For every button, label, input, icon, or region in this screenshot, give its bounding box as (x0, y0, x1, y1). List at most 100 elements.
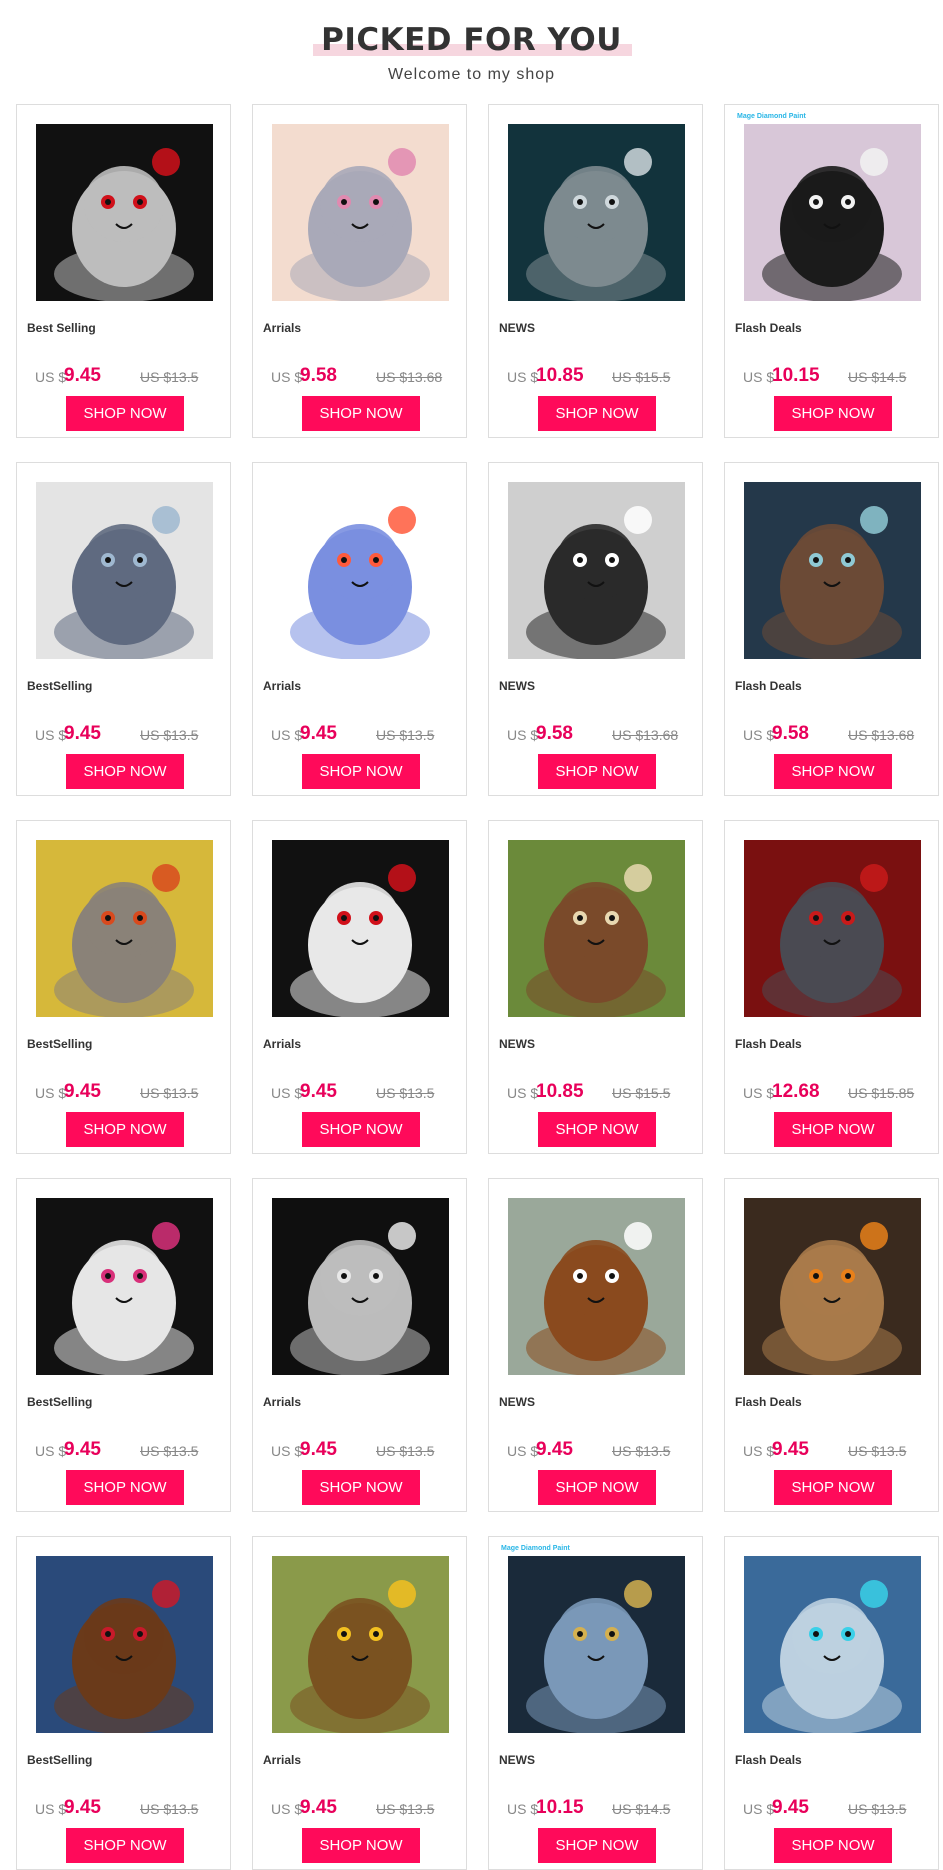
product-image[interactable] (36, 482, 213, 659)
price-row: US $ 10.85 US $15.5 (507, 363, 697, 387)
product-image[interactable] (508, 840, 685, 1017)
product-category: Flash Deals (735, 1037, 802, 1051)
shop-now-button[interactable]: SHOP NOW (66, 1112, 184, 1147)
shop-now-button[interactable]: SHOP NOW (302, 1828, 420, 1863)
product-card[interactable]: Flash Deals US $ 9.45 US $13.5 SHOP NOW (724, 1178, 939, 1512)
shop-now-button[interactable]: SHOP NOW (774, 754, 892, 789)
currency-label: US $ (743, 1443, 775, 1459)
product-category: Arrials (263, 1037, 302, 1051)
product-card[interactable]: Flash Deals US $ 9.45 US $13.5 SHOP NOW (724, 1536, 939, 1870)
sale-price: 9.45 (64, 1439, 101, 1460)
product-image[interactable] (36, 1556, 213, 1733)
product-card[interactable]: Arrials US $ 9.45 US $13.5 SHOP NOW (252, 820, 467, 1154)
currency-label: US $ (507, 1443, 539, 1459)
shop-now-button[interactable]: SHOP NOW (538, 1112, 656, 1147)
product-image[interactable] (508, 482, 685, 659)
original-price: US $13.5 (848, 1801, 907, 1817)
shop-now-button[interactable]: SHOP NOW (66, 396, 184, 431)
product-image[interactable] (744, 840, 921, 1017)
shop-now-button[interactable]: SHOP NOW (66, 1828, 184, 1863)
product-image[interactable] (508, 1198, 685, 1375)
currency-label: US $ (743, 1085, 775, 1101)
original-price: US $13.5 (376, 727, 435, 743)
product-category: Flash Deals (735, 1395, 802, 1409)
currency-label: US $ (35, 369, 67, 385)
currency-label: US $ (271, 727, 303, 743)
shop-now-button[interactable]: SHOP NOW (538, 1470, 656, 1505)
shop-now-button[interactable]: SHOP NOW (774, 396, 892, 431)
product-image[interactable] (272, 1198, 449, 1375)
shop-now-button[interactable]: SHOP NOW (538, 754, 656, 789)
shop-now-button[interactable]: SHOP NOW (774, 1470, 892, 1505)
price-row: US $ 9.45 US $13.5 (35, 363, 225, 387)
shop-now-button[interactable]: SHOP NOW (302, 396, 420, 431)
product-image[interactable] (272, 124, 449, 301)
shop-now-button[interactable]: SHOP NOW (774, 1828, 892, 1863)
product-card[interactable]: NEWS US $ 9.45 US $13.5 SHOP NOW (488, 1178, 703, 1512)
product-category: NEWS (499, 679, 535, 693)
product-image[interactable] (744, 124, 921, 301)
product-card[interactable]: NEWS US $ 9.58 US $13.68 SHOP NOW (488, 462, 703, 796)
sale-price: 12.68 (772, 1081, 820, 1102)
product-image[interactable] (508, 1556, 685, 1733)
sale-price: 9.45 (64, 1797, 101, 1818)
product-card[interactable]: Mage Diamond Paint NEWS US $ 10.15 US $1… (488, 1536, 703, 1870)
shop-now-button[interactable]: SHOP NOW (774, 1112, 892, 1147)
sale-price: 9.45 (772, 1797, 809, 1818)
shop-now-button[interactable]: SHOP NOW (302, 1470, 420, 1505)
product-card[interactable]: BestSelling US $ 9.45 US $13.5 SHOP NOW (16, 1536, 231, 1870)
brand-watermark: Mage Diamond Paint (737, 113, 806, 120)
page-subtitle: Welcome to my shop (387, 66, 556, 83)
product-image[interactable] (744, 1198, 921, 1375)
price-row: US $ 9.45 US $13.5 (271, 721, 461, 745)
shop-now-button[interactable]: SHOP NOW (66, 1470, 184, 1505)
price-row: US $ 9.45 US $13.5 (743, 1437, 933, 1461)
product-category: NEWS (499, 1037, 535, 1051)
product-card[interactable]: Arrials US $ 9.45 US $13.5 SHOP NOW (252, 1536, 467, 1870)
product-card[interactable]: Arrials US $ 9.45 US $13.5 SHOP NOW (252, 1178, 467, 1512)
product-image[interactable] (744, 1556, 921, 1733)
currency-label: US $ (35, 1443, 67, 1459)
shop-now-button[interactable]: SHOP NOW (538, 1828, 656, 1863)
price-row: US $ 10.15 US $14.5 (743, 363, 933, 387)
shop-now-button[interactable]: SHOP NOW (538, 396, 656, 431)
product-card[interactable]: BestSelling US $ 9.45 US $13.5 SHOP NOW (16, 462, 231, 796)
original-price: US $13.5 (140, 1085, 199, 1101)
original-price: US $13.5 (140, 369, 199, 385)
shop-now-button[interactable]: SHOP NOW (302, 754, 420, 789)
currency-label: US $ (507, 1801, 539, 1817)
product-card[interactable]: Arrials US $ 9.45 US $13.5 SHOP NOW (252, 462, 467, 796)
sale-price: 9.45 (64, 1081, 101, 1102)
product-image[interactable] (272, 482, 449, 659)
sale-price: 9.45 (300, 1797, 337, 1818)
product-card[interactable]: NEWS US $ 10.85 US $15.5 SHOP NOW (488, 820, 703, 1154)
product-category: Flash Deals (735, 321, 802, 335)
product-image[interactable] (272, 840, 449, 1017)
product-image[interactable] (272, 1556, 449, 1733)
product-card[interactable]: Mage Diamond Paint Flash Deals US $ 10.1… (724, 104, 939, 438)
product-card[interactable]: Best Selling US $ 9.45 US $13.5 SHOP NOW (16, 104, 231, 438)
product-image[interactable] (36, 840, 213, 1017)
product-card[interactable]: Flash Deals US $ 9.58 US $13.68 SHOP NOW (724, 462, 939, 796)
original-price: US $13.68 (848, 727, 915, 743)
price-row: US $ 9.45 US $13.5 (35, 1079, 225, 1103)
page-title: PICKED FOR YOU (313, 22, 632, 58)
product-image[interactable] (744, 482, 921, 659)
price-row: US $ 9.58 US $13.68 (507, 721, 697, 745)
product-card[interactable]: BestSelling US $ 9.45 US $13.5 SHOP NOW (16, 820, 231, 1154)
sale-price: 9.58 (772, 723, 809, 744)
currency-label: US $ (507, 1085, 539, 1101)
product-card[interactable]: BestSelling US $ 9.45 US $13.5 SHOP NOW (16, 1178, 231, 1512)
product-image[interactable] (508, 124, 685, 301)
product-image[interactable] (36, 124, 213, 301)
original-price: US $13.5 (612, 1443, 671, 1459)
product-card[interactable]: NEWS US $ 10.85 US $15.5 SHOP NOW (488, 104, 703, 438)
sale-price: 9.45 (536, 1439, 573, 1460)
sale-price: 9.45 (300, 1439, 337, 1460)
product-card[interactable]: Arrials US $ 9.58 US $13.68 SHOP NOW (252, 104, 467, 438)
product-card[interactable]: Flash Deals US $ 12.68 US $15.85 SHOP NO… (724, 820, 939, 1154)
product-image[interactable] (36, 1198, 213, 1375)
shop-now-button[interactable]: SHOP NOW (302, 1112, 420, 1147)
product-category: BestSelling (27, 1753, 93, 1767)
shop-now-button[interactable]: SHOP NOW (66, 754, 184, 789)
